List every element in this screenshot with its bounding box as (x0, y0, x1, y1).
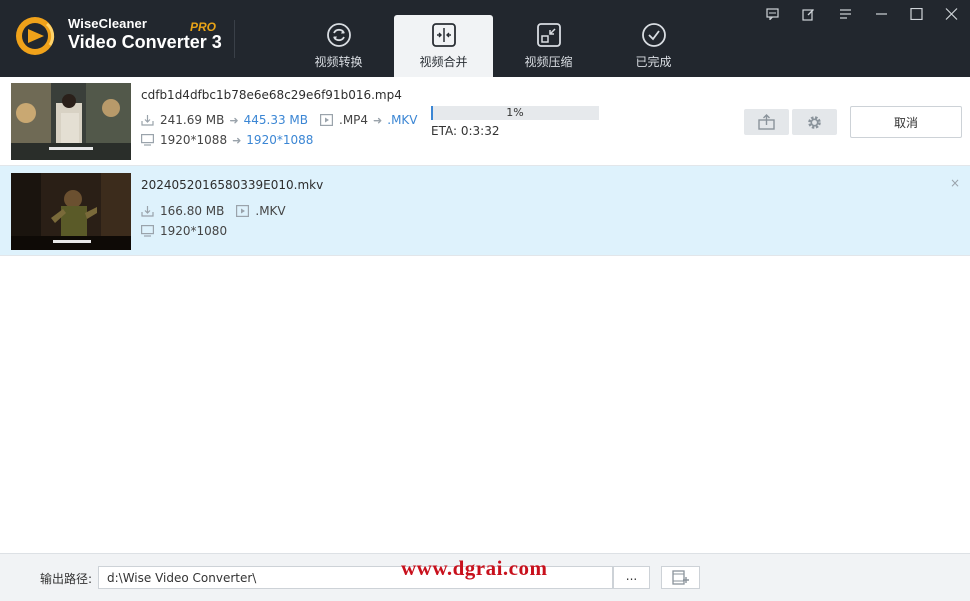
watermark: www.dgrai.com (401, 556, 548, 580)
tab-completed[interactable]: 已完成 (604, 15, 703, 77)
cancel-button[interactable]: 取消 (850, 106, 962, 138)
export-button[interactable] (744, 109, 789, 135)
app-logo-icon (16, 17, 55, 55)
resolution-icon (141, 134, 154, 146)
size-icon (141, 115, 154, 126)
format-icon (320, 114, 333, 126)
list-item[interactable]: cdfb1d4dfbc1b78e6e68c29e6f91b016.mp4 241… (0, 77, 970, 166)
progress-bar: 1% (431, 106, 599, 120)
header-divider (234, 20, 235, 58)
video-thumbnail (11, 173, 131, 250)
format-source: .MKV (255, 204, 286, 218)
size-source: 166.80 MB (160, 204, 225, 218)
resolution-info: 1920*1088 ➜ 1920*1088 (141, 133, 313, 147)
minimize-button[interactable] (870, 4, 892, 24)
menu-button[interactable] (834, 4, 856, 24)
brand-pro-badge: PRO (190, 20, 217, 34)
arrow-right-icon: ➜ (232, 133, 242, 147)
arrow-right-icon: ➜ (229, 113, 239, 127)
tab-label: 视频合并 (419, 55, 468, 69)
title-bar: WiseCleaner Video Converter 3 PRO 视频转换 视… (0, 0, 970, 77)
close-icon (945, 8, 957, 20)
browse-button[interactable]: ... (613, 566, 650, 589)
progress-text: 1% (506, 106, 524, 119)
format-output: .MKV (387, 113, 418, 127)
size-source: 241.69 MB (160, 113, 225, 127)
maximize-icon (909, 8, 923, 20)
tab-label: 视频转换 (314, 55, 363, 69)
format-icon (236, 205, 250, 217)
file-name: cdfb1d4dfbc1b78e6e68c29e6f91b016.mp4 (141, 88, 402, 102)
resolution-source: 1920*1080 (160, 224, 228, 238)
arrow-right-icon: ➜ (373, 113, 383, 127)
tab-video-merge[interactable]: 视频合并 (394, 15, 493, 77)
resolution-icon (141, 225, 154, 237)
brand-main: Video Converter 3 (68, 32, 222, 52)
add-files-button[interactable] (661, 566, 700, 589)
export-icon (758, 114, 775, 130)
settings-button[interactable] (792, 109, 837, 135)
tab-label: 已完成 (635, 55, 672, 69)
close-button[interactable] (940, 4, 962, 24)
video-thumbnail (11, 83, 131, 160)
maximize-button[interactable] (905, 4, 927, 24)
list-item[interactable]: 2024052016580339E010.mkv 166.80 MB .MKV … (0, 166, 970, 256)
edit-icon (801, 8, 814, 21)
file-size-info: 166.80 MB .MKV (141, 204, 286, 218)
compress-icon (536, 23, 561, 47)
size-icon (141, 206, 154, 217)
check-icon (641, 23, 666, 47)
eta-text: ETA: 0:3:32 (431, 124, 500, 138)
footer-bar: 输出路径: d:\Wise Video Converter\ ... www.d… (0, 553, 970, 601)
minimize-icon (875, 13, 887, 15)
convert-icon (326, 23, 351, 47)
file-size-info: 241.69 MB ➜ 445.33 MB .MP4 ➜ .MKV (141, 113, 418, 127)
remove-item-button[interactable]: × (950, 176, 960, 190)
resolution-info: 1920*1080 (141, 224, 227, 238)
feedback-button[interactable] (761, 4, 783, 24)
resolution-source: 1920*1088 (160, 133, 228, 147)
gear-icon (808, 115, 821, 129)
add-video-icon (672, 570, 689, 585)
feedback-icon (765, 8, 779, 20)
tab-video-compress[interactable]: 视频压缩 (499, 15, 598, 77)
edit-button[interactable] (797, 4, 819, 24)
file-name: 2024052016580339E010.mkv (141, 178, 324, 192)
merge-icon (431, 23, 456, 47)
size-output: 445.33 MB (243, 113, 308, 127)
resolution-output: 1920*1088 (246, 133, 314, 147)
output-path-label: 输出路径: (40, 572, 93, 586)
format-source: .MP4 (339, 113, 369, 127)
menu-icon (839, 9, 851, 19)
tab-label: 视频压缩 (524, 55, 573, 69)
tab-video-convert[interactable]: 视频转换 (289, 15, 388, 77)
